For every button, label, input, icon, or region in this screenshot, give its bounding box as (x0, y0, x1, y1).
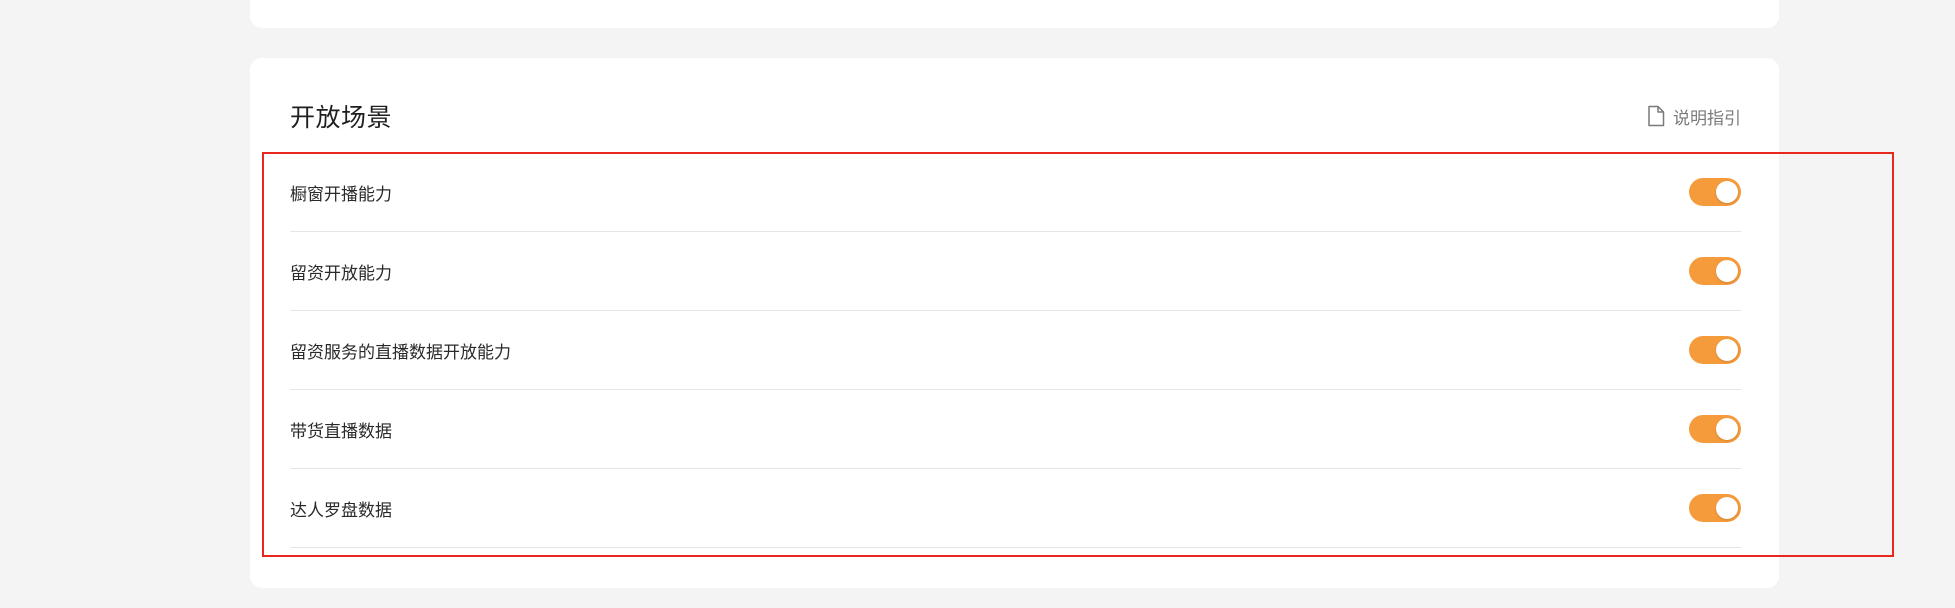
scene-toggle-lead-open[interactable] (1689, 257, 1741, 285)
toggle-knob (1716, 339, 1738, 361)
toggle-knob (1716, 181, 1738, 203)
scene-list: 橱窗开播能力 留资开放能力 留资服务的直播数据开放能力 带货直播数据 达人罗盘数… (290, 153, 1741, 548)
guide-link[interactable]: 说明指引 (1647, 104, 1741, 129)
scene-toggle-creator-compass[interactable] (1689, 494, 1741, 522)
scene-label: 留资服务的直播数据开放能力 (290, 342, 511, 363)
scene-label: 留资开放能力 (290, 263, 392, 284)
card-header: 开放场景 说明指引 (290, 96, 1741, 136)
toggle-knob (1716, 260, 1738, 282)
scene-label: 带货直播数据 (290, 421, 392, 442)
guide-label: 说明指引 (1673, 108, 1741, 129)
scene-label: 橱窗开播能力 (290, 184, 392, 205)
scene-toggle-lead-live-data[interactable] (1689, 336, 1741, 364)
scene-row-creator-compass: 达人罗盘数据 (290, 469, 1741, 548)
scene-row-lead-open: 留资开放能力 (290, 232, 1741, 311)
previous-card (250, 0, 1779, 28)
scene-row-lead-live-data: 留资服务的直播数据开放能力 (290, 311, 1741, 390)
open-scenes-card: 开放场景 说明指引 橱窗开播能力 留资开放能力 留资服务的直播数据开放能力 带货… (250, 58, 1779, 588)
section-title: 开放场景 (290, 103, 393, 132)
scene-label: 达人罗盘数据 (290, 500, 392, 521)
toggle-knob (1716, 418, 1738, 440)
scene-toggle-commerce-live-data[interactable] (1689, 415, 1741, 443)
toggle-knob (1716, 497, 1738, 519)
document-icon (1648, 105, 1665, 127)
scene-row-commerce-live-data: 带货直播数据 (290, 390, 1741, 469)
scene-toggle-window-broadcast[interactable] (1689, 178, 1741, 206)
scene-row-window-broadcast: 橱窗开播能力 (290, 153, 1741, 232)
